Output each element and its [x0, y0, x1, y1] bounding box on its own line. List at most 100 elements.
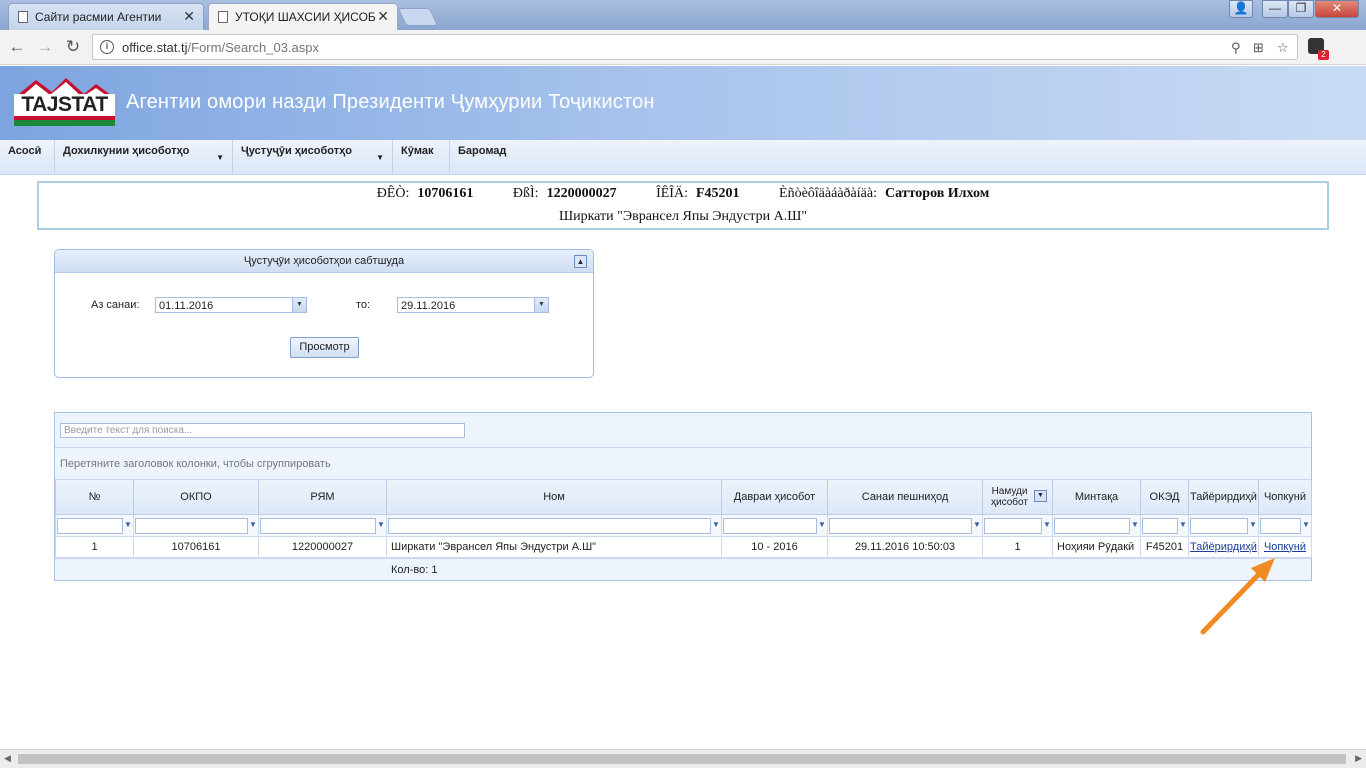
filter-icon[interactable]: ▼ [1043, 519, 1051, 531]
filter-icon[interactable]: ▼ [124, 519, 132, 531]
column-header[interactable]: ОКПО [133, 480, 259, 515]
reload-icon[interactable]: ↻ [63, 37, 83, 57]
logo-stripe-green [14, 120, 115, 126]
maximize-button[interactable]: ❐ [1288, 0, 1314, 18]
browser-tab-active[interactable]: УТОҚИ ШАХСИИ ҲИСОБОТ ✕ [208, 3, 398, 30]
column-header[interactable]: ОКЭД [1140, 480, 1189, 515]
cell-name: Ширкати "Эврансел Япы Эндустри А.Ш" [386, 535, 722, 558]
filter-icon[interactable]: ▼ [1249, 519, 1257, 531]
minimize-button[interactable]: — [1262, 0, 1288, 18]
scrollbar-thumb[interactable] [18, 754, 1346, 764]
browser-toolbar: ← → ↻ i office.stat.tj/Form/Search_03.as… [0, 30, 1366, 86]
menu-item-help[interactable]: Кӯмак [393, 140, 450, 175]
page-icon [18, 11, 28, 23]
close-window-button[interactable]: ✕ [1315, 0, 1359, 18]
grid-footer: Кол-во: 1 [55, 558, 1311, 580]
column-filter-input[interactable] [1190, 517, 1248, 534]
browser-tabstrip: Сайти расмии Агентии ✕ УТОҚИ ШАХСИИ ҲИСО… [0, 0, 1366, 30]
filter-icon[interactable]: ▼ [1302, 519, 1310, 531]
row-count: Кол-во: 1 [391, 564, 438, 576]
column-header[interactable]: Давраи ҳисобот [721, 480, 828, 515]
filter-icon[interactable]: ▼ [712, 519, 720, 531]
filter-icon[interactable]: ▼ [377, 519, 385, 531]
column-filter-input[interactable] [1260, 517, 1301, 534]
forward-icon[interactable]: → [35, 37, 55, 57]
column-filter-input[interactable] [723, 517, 817, 534]
collapse-icon[interactable]: ▲ [574, 255, 587, 268]
menu-item-input-reports[interactable]: Дохилкунии ҳисоботҳо ▼ [55, 140, 233, 175]
filter-icon[interactable]: ▼ [818, 519, 826, 531]
site-menu: Асосӣ Дохилкунии ҳисоботҳо ▼ Ҷустуҷӯи ҳис… [0, 140, 1366, 175]
column-header[interactable]: Минтақа [1052, 480, 1141, 515]
column-header[interactable]: Тайёрирдиҳӣ [1188, 480, 1259, 515]
chevron-down-icon: ▼ [376, 153, 384, 162]
company-codes: ÐÊÒ: 10706161 ÐßÌ: 1220000027 ÎÊÎÄ: F45201 … [376, 186, 990, 201]
column-header[interactable]: Чопкунӣ [1258, 480, 1312, 515]
header-row: № ОКПО РЯМ Ном Давраи ҳисобот Санаи пешн… [55, 480, 1312, 515]
browser-tab[interactable]: Сайти расмии Агентии ✕ [8, 3, 204, 30]
user-icon[interactable]: 👤 [1229, 0, 1253, 18]
tab-title: Сайти расмии Агентии [35, 10, 162, 24]
close-tab-icon[interactable]: ✕ [377, 8, 389, 25]
panel-title: Ҷустуҷӯи ҳисоботҳои сабтшуда [55, 250, 593, 273]
column-filter-input[interactable] [135, 517, 248, 534]
filter-icon[interactable]: ▼ [973, 519, 981, 531]
cell-okpo: 10706161 [133, 535, 259, 558]
menu-item-search-reports[interactable]: Ҷустуҷӯи ҳисоботҳо ▼ [233, 140, 393, 175]
column-filter-input[interactable] [829, 517, 972, 534]
filter-icon[interactable]: ▼ [1131, 519, 1139, 531]
table-row[interactable]: 1 10706161 1220000027 Ширкати "Эврансел … [55, 535, 1312, 558]
tajstat-logo[interactable]: TAJSTAT [14, 78, 115, 126]
column-filter-input[interactable] [1054, 517, 1130, 534]
menu-item-logout[interactable]: Баромад [450, 140, 520, 175]
calendar-dropdown-icon[interactable]: ▼ [534, 298, 548, 312]
logo-text: TAJSTAT [14, 94, 115, 116]
translate-icon[interactable]: ⊞ [1253, 40, 1264, 56]
close-tab-icon[interactable]: ✕ [183, 8, 195, 25]
chevron-down-icon: ▼ [216, 153, 224, 162]
menu-item-home[interactable]: Асосӣ [0, 140, 55, 175]
filter-row: ▼ ▼ ▼ ▼ ▼ ▼ ▼ ▼ ▼ ▼ ▼ [55, 513, 1312, 537]
column-filter-input[interactable] [388, 517, 711, 534]
filter-icon[interactable]: ▼ [249, 519, 257, 531]
horizontal-scrollbar[interactable]: ◀ ▶ [0, 749, 1366, 768]
cell-region: Ноҳияи Рӯдакӣ [1052, 535, 1141, 558]
back-icon[interactable]: ← [7, 37, 27, 57]
column-header[interactable]: Санаи пешниҳод [827, 480, 983, 515]
zoom-icon[interactable]: ⚲ [1231, 40, 1241, 56]
column-filter-input[interactable] [984, 517, 1042, 534]
column-filter-input[interactable] [260, 517, 376, 534]
to-date-input[interactable]: 29.11.2016 ▼ [397, 297, 549, 313]
sort-dropdown-icon[interactable]: ▼ [1034, 490, 1047, 502]
from-date-label: Аз санаи: [91, 299, 140, 311]
column-header[interactable]: Ном [386, 480, 722, 515]
grid-search-input[interactable]: Введите текст для поиска... [60, 423, 465, 438]
column-header[interactable]: РЯМ [258, 480, 387, 515]
column-header[interactable]: № [55, 480, 134, 515]
address-bar[interactable]: i office.stat.tj/Form/Search_03.aspx ⚲ ⊞… [92, 34, 1298, 60]
calendar-dropdown-icon[interactable]: ▼ [292, 298, 306, 312]
tab-title: УТОҚИ ШАХСИИ ҲИСОБОТ [235, 10, 375, 24]
column-filter-input[interactable] [1142, 517, 1178, 534]
column-filter-input[interactable] [57, 517, 123, 534]
cell-type: 1 [982, 535, 1053, 558]
scroll-right-icon[interactable]: ▶ [1355, 753, 1362, 764]
reports-table: № ОКПО РЯМ Ном Давраи ҳисобот Санаи пешн… [55, 480, 1312, 558]
url-text: office.stat.tj/Form/Search_03.aspx [122, 40, 320, 55]
extension-badge: 2 [1318, 50, 1329, 60]
from-date-input[interactable]: 01.11.2016 ▼ [155, 297, 307, 313]
cell-date: 29.11.2016 10:50:03 [827, 535, 983, 558]
star-icon[interactable]: ☆ [1277, 40, 1289, 56]
view-button[interactable]: Просмотр [290, 337, 359, 358]
cell-period: 10 - 2016 [721, 535, 828, 558]
column-header[interactable]: Намуди ҳисобот ▼ [982, 480, 1053, 515]
info-icon[interactable]: i [100, 40, 114, 54]
cell-num: 1 [55, 535, 134, 558]
to-date-label: то: [356, 299, 371, 311]
scroll-left-icon[interactable]: ◀ [4, 753, 11, 764]
page-icon [218, 11, 228, 23]
new-tab-button[interactable] [397, 8, 439, 26]
filter-icon[interactable]: ▼ [1179, 519, 1187, 531]
site-title: Агентии омори назди Президенти Ҷумҳурии … [126, 91, 655, 113]
group-by-panel[interactable]: Перетяните заголовок колонки, чтобы сгру… [55, 448, 1311, 480]
